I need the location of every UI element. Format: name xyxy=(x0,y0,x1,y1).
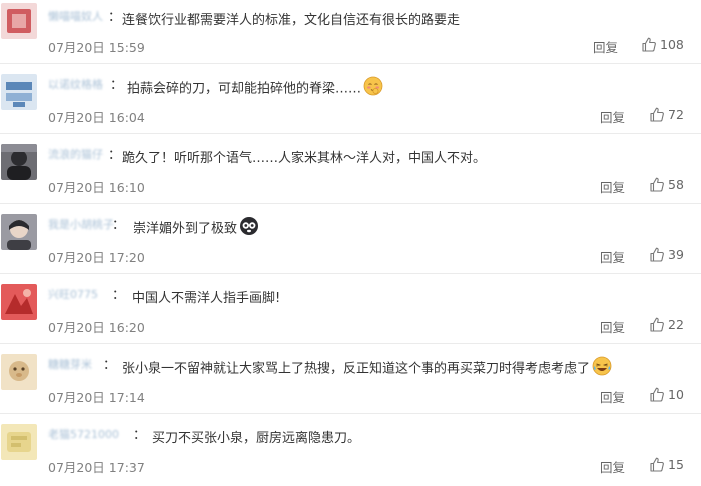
comment-username[interactable]: 流浪的猫仔 xyxy=(48,146,103,162)
comment-username[interactable]: 懒喵喵奴人 xyxy=(48,8,103,24)
blush-emoji xyxy=(363,76,383,100)
comment-text: 崇洋媚外到了极致 xyxy=(133,217,259,241)
comment-text: 买刀不买张小泉，厨房远离隐患刀。 xyxy=(152,431,361,446)
reply-button[interactable]: 回复 xyxy=(600,177,625,196)
laugh-cry-emoji xyxy=(592,356,612,380)
dizzy-panda-emoji xyxy=(239,216,259,240)
comment-time: 07月20日 17:14 xyxy=(48,390,145,405)
comment-item: 以诺纹格格 ： 拍蒜会碎的刀，可却能拍碎他的脊梁…… 07月20日 16:04 … xyxy=(0,64,701,134)
comment-item: 老猫5721000 ： 买刀不买张小泉，厨房远离隐患刀。 07月20日 17:3… xyxy=(0,414,701,484)
thumbs-up-icon xyxy=(650,107,664,122)
like-count: 58 xyxy=(668,177,684,192)
reply-button[interactable]: 回复 xyxy=(600,247,625,266)
reply-button[interactable]: 回复 xyxy=(600,317,625,336)
comment-text: 拍蒜会碎的刀，可却能拍碎他的脊梁…… xyxy=(127,76,383,101)
comment-time: 07月20日 16:04 xyxy=(48,110,145,125)
comment-item: 懒喵喵奴人 ： 连餐饮行业都需要洋人的标准，文化自信还有很长的路要走 07月20… xyxy=(0,0,701,64)
comment-text: 跪久了！听听那个语气……人家米其林～洋人对，中国人不对。 xyxy=(122,151,487,166)
username-colon: ： xyxy=(110,78,124,93)
like-button[interactable]: 108 xyxy=(642,37,684,52)
thumbs-up-icon xyxy=(642,37,656,52)
comment-list: 懒喵喵奴人 ： 连餐饮行业都需要洋人的标准，文化自信还有很长的路要走 07月20… xyxy=(0,0,701,484)
comment-item: 兴旺0775 ： 中国人不需洋人指手画脚! 07月20日 16:20 回复 22 xyxy=(0,274,701,344)
avatar[interactable] xyxy=(1,144,37,180)
like-button[interactable]: 22 xyxy=(650,317,684,332)
avatar[interactable] xyxy=(1,284,37,320)
comment-username[interactable]: 兴旺0775 xyxy=(48,286,98,302)
comment-username[interactable]: 糖糖芽米 xyxy=(48,356,92,372)
username-colon: ： xyxy=(108,10,122,25)
like-count: 22 xyxy=(668,317,684,332)
comment-username[interactable]: 我是小胡桃子 xyxy=(48,216,114,232)
like-count: 10 xyxy=(668,387,684,402)
reply-button[interactable]: 回复 xyxy=(600,107,625,126)
username-colon: ： xyxy=(112,218,126,233)
username-colon: ： xyxy=(112,288,126,303)
like-count: 72 xyxy=(668,107,684,122)
comment-text: 中国人不需洋人指手画脚! xyxy=(132,291,281,306)
avatar[interactable] xyxy=(1,214,37,250)
reply-button[interactable]: 回复 xyxy=(600,457,625,476)
reply-button[interactable]: 回复 xyxy=(600,387,625,406)
comment-time: 07月20日 17:20 xyxy=(48,250,145,265)
thumbs-up-icon xyxy=(650,247,664,262)
thumbs-up-icon xyxy=(650,457,664,472)
thumbs-up-icon xyxy=(650,387,664,402)
comment-item: 我是小胡桃子 ： 崇洋媚外到了极致 07月20日 17:20 回复 39 xyxy=(0,204,701,274)
comment-time: 07月20日 17:37 xyxy=(48,460,145,475)
like-button[interactable]: 72 xyxy=(650,107,684,122)
avatar[interactable] xyxy=(1,424,37,460)
username-colon: ： xyxy=(103,358,117,373)
comment-time: 07月20日 16:20 xyxy=(48,320,145,335)
comment-item: 糖糖芽米 ： 张小泉一不留神就让大家骂上了热搜，反正知道这个事的再买菜刀时得考虑… xyxy=(0,344,701,414)
like-count: 108 xyxy=(660,37,684,52)
like-count: 39 xyxy=(668,247,684,262)
thumbs-up-icon xyxy=(650,177,664,192)
avatar[interactable] xyxy=(1,3,37,39)
comment-time: 07月20日 15:59 xyxy=(48,40,145,55)
avatar[interactable] xyxy=(1,354,37,390)
comment-text: 连餐饮行业都需要洋人的标准，文化自信还有很长的路要走 xyxy=(122,13,461,28)
like-count: 15 xyxy=(668,457,684,472)
comment-username[interactable]: 以诺纹格格 xyxy=(48,76,103,92)
username-colon: ： xyxy=(108,148,122,163)
comment-username[interactable]: 老猫5721000 xyxy=(48,426,119,442)
avatar[interactable] xyxy=(1,74,37,110)
username-colon: ： xyxy=(133,428,147,443)
reply-button[interactable]: 回复 xyxy=(593,37,618,56)
like-button[interactable]: 15 xyxy=(650,457,684,472)
comment-time: 07月20日 16:10 xyxy=(48,180,145,195)
thumbs-up-icon xyxy=(650,317,664,332)
comment-item: 流浪的猫仔 ： 跪久了！听听那个语气……人家米其林～洋人对，中国人不对。 07月… xyxy=(0,134,701,204)
like-button[interactable]: 39 xyxy=(650,247,684,262)
like-button[interactable]: 10 xyxy=(650,387,684,402)
comment-text: 张小泉一不留神就让大家骂上了热搜，反正知道这个事的再买菜刀时得考虑考虑了 xyxy=(122,356,612,381)
like-button[interactable]: 58 xyxy=(650,177,684,192)
